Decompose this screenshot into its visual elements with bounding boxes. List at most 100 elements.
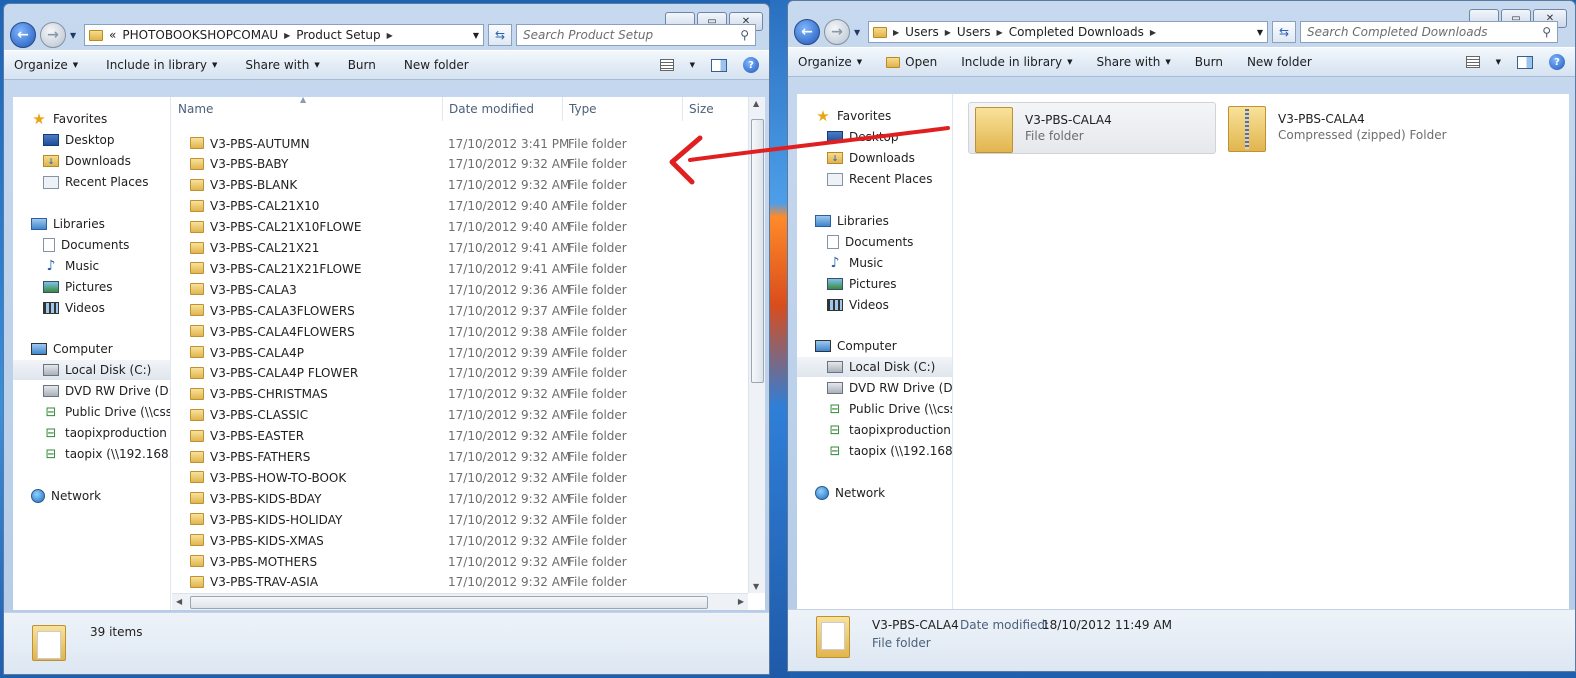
file-row[interactable]: V3-PBS-KIDS-XMAS 17/10/2012 9:32 AM File f… bbox=[172, 530, 748, 551]
search-input[interactable]: Search Completed Downloads ⚲ bbox=[1300, 21, 1558, 43]
nav-videos[interactable]: Videos bbox=[827, 295, 889, 315]
nav-pictures[interactable]: Pictures bbox=[43, 277, 113, 297]
recent-pages-dropdown[interactable]: ▼ bbox=[70, 31, 80, 40]
scroll-right-icon[interactable]: ▶ bbox=[738, 597, 744, 606]
file-row[interactable]: V3-PBS-CALA4FLOWERS 17/10/2012 9:38 AM Fil… bbox=[172, 321, 748, 342]
nav-libraries[interactable]: Libraries bbox=[815, 211, 889, 231]
scroll-thumb[interactable] bbox=[751, 119, 764, 383]
nav-favorites[interactable]: ★ Favorites bbox=[31, 109, 107, 129]
address-dropdown-icon[interactable]: ▼ bbox=[1257, 28, 1263, 37]
file-row[interactable]: V3-PBS-KIDS-BDAY 17/10/2012 9:32 AM File f… bbox=[172, 488, 748, 509]
nav-computer[interactable]: Computer bbox=[31, 339, 113, 359]
file-row[interactable]: V3-PBS-CALA3 17/10/2012 9:36 AM File folde… bbox=[172, 279, 748, 300]
file-row[interactable]: V3-PBS-CLASSIC 17/10/2012 9:32 AM File fol… bbox=[172, 405, 748, 426]
breadcrumb-separator-icon[interactable]: ▶ bbox=[1150, 28, 1156, 37]
scroll-down-icon[interactable]: ▼ bbox=[753, 582, 759, 591]
file-row[interactable]: V3-PBS-CALA4P FLOWER 17/10/2012 9:39 AM Fi… bbox=[172, 363, 748, 384]
back-arrow-icon[interactable]: ← bbox=[794, 19, 820, 45]
share-with-menu[interactable]: Share with ▼ bbox=[245, 58, 319, 72]
preview-pane-icon[interactable] bbox=[711, 58, 727, 72]
share-with-menu[interactable]: Share with ▼ bbox=[1096, 55, 1170, 69]
forward-arrow-icon[interactable]: → bbox=[824, 19, 850, 45]
nav-pictures[interactable]: Pictures bbox=[827, 274, 897, 294]
file-row[interactable]: V3-PBS-MOTHERS 17/10/2012 9:32 AM File fol… bbox=[172, 551, 748, 572]
burn-button[interactable]: Burn bbox=[1195, 55, 1223, 69]
file-row[interactable]: V3-PBS-EASTER 17/10/2012 9:32 AM File fold… bbox=[172, 426, 748, 447]
breadcrumb-item[interactable]: Product Setup bbox=[296, 28, 380, 42]
breadcrumb-separator-icon[interactable]: ▶ bbox=[284, 31, 290, 40]
address-dropdown-icon[interactable]: ▼ bbox=[473, 31, 479, 40]
change-view-icon[interactable] bbox=[659, 59, 674, 71]
nav-downloads[interactable]: ↓ Downloads bbox=[43, 151, 131, 171]
breadcrumb-item[interactable]: Completed Downloads bbox=[1009, 25, 1144, 39]
nav-documents[interactable]: Documents bbox=[827, 232, 913, 252]
nav-dvd-drive[interactable]: DVD RW Drive (D:) C bbox=[43, 381, 170, 401]
change-view-icon[interactable] bbox=[1465, 56, 1480, 68]
nav-taopix[interactable]: ⊟ taopix (\\192.168.0.7 bbox=[827, 441, 952, 461]
search-input[interactable]: Search Product Setup ⚲ bbox=[516, 24, 756, 46]
refresh-button[interactable]: ⇆ bbox=[1272, 21, 1296, 43]
file-row[interactable]: V3-PBS-CAL21X10 17/10/2012 9:40 AM File fo… bbox=[172, 196, 748, 217]
breadcrumb-separator-icon[interactable]: ▶ bbox=[997, 28, 1003, 37]
horizontal-scrollbar[interactable]: ◀ ▶ bbox=[172, 593, 748, 610]
new-folder-button[interactable]: New folder bbox=[1247, 55, 1312, 69]
nav-dvd-drive[interactable]: DVD RW Drive (D:) C bbox=[827, 378, 952, 398]
nav-network[interactable]: Network bbox=[815, 483, 885, 503]
file-row[interactable]: V3-PBS-BLANK 17/10/2012 9:32 AM File folde… bbox=[172, 175, 748, 196]
preview-pane-icon[interactable] bbox=[1517, 55, 1533, 69]
organize-menu[interactable]: Organize ▼ bbox=[14, 58, 78, 72]
file-row[interactable]: V3-PBS-FATHERS 17/10/2012 9:32 AM File fol… bbox=[172, 447, 748, 468]
view-dropdown-icon[interactable]: ▼ bbox=[1496, 58, 1501, 66]
nav-public-drive[interactable]: ⊟ Public Drive (\\css-s bbox=[43, 402, 170, 422]
burn-button[interactable]: Burn bbox=[348, 58, 376, 72]
file-row[interactable]: V3-PBS-BABY 17/10/2012 9:32 AM File folder bbox=[172, 154, 748, 175]
nav-local-disk[interactable]: Local Disk (C:) bbox=[797, 357, 952, 377]
back-arrow-icon[interactable]: ← bbox=[10, 22, 36, 48]
nav-taopixproduction[interactable]: ⊟ taopixproduction (\\ bbox=[43, 423, 170, 443]
folder-tile[interactable]: V3-PBS-CALA4 File folder bbox=[968, 102, 1216, 154]
nav-libraries[interactable]: Libraries bbox=[31, 214, 105, 234]
nav-recent-places[interactable]: Recent Places bbox=[43, 172, 148, 192]
column-header-type[interactable]: Type bbox=[563, 97, 683, 121]
address-bar[interactable]: ▶ Users ▶ Users ▶ Completed Downloads ▶ … bbox=[868, 21, 1268, 43]
column-header-size[interactable]: Size bbox=[683, 97, 748, 121]
nav-local-disk[interactable]: Local Disk (C:) bbox=[13, 360, 170, 380]
file-row[interactable]: V3-PBS-TRAV-ASIA 17/10/2012 9:32 AM File f… bbox=[172, 572, 748, 593]
scroll-thumb-horizontal[interactable] bbox=[190, 596, 708, 609]
breadcrumb-separator-icon[interactable]: ▶ bbox=[387, 31, 393, 40]
nav-documents[interactable]: Documents bbox=[43, 235, 129, 255]
nav-videos[interactable]: Videos bbox=[43, 298, 105, 318]
view-dropdown-icon[interactable]: ▼ bbox=[690, 61, 695, 69]
nav-desktop[interactable]: Desktop bbox=[827, 127, 899, 147]
nav-recent-places[interactable]: Recent Places bbox=[827, 169, 932, 189]
new-folder-button[interactable]: New folder bbox=[404, 58, 469, 72]
zip-folder-tile[interactable]: V3-PBS-CALA4 Compressed (zipped) Folder bbox=[1222, 102, 1472, 154]
file-row[interactable]: V3-PBS-HOW-TO-BOOK 17/10/2012 9:32 AM File… bbox=[172, 467, 748, 488]
scroll-left-icon[interactable]: ◀ bbox=[176, 597, 182, 606]
file-row[interactable]: V3-PBS-CHRISTMAS 17/10/2012 9:32 AM File f… bbox=[172, 384, 748, 405]
forward-arrow-icon[interactable]: → bbox=[40, 22, 66, 48]
include-in-library-menu[interactable]: Include in library ▼ bbox=[106, 58, 217, 72]
nav-computer[interactable]: Computer bbox=[815, 336, 897, 356]
address-bar[interactable]: « PHOTOBOOKSHOPCOMAU ▶ Product Setup ▶ ▼ bbox=[84, 24, 484, 46]
file-row[interactable]: V3-PBS-CAL21X10FLOWE 17/10/2012 9:40 AM Fi… bbox=[172, 217, 748, 238]
nav-taopix[interactable]: ⊟ taopix (\\192.168.0.7 bbox=[43, 444, 170, 464]
breadcrumb-item[interactable]: Users bbox=[905, 25, 939, 39]
nav-downloads[interactable]: ↓ Downloads bbox=[827, 148, 915, 168]
organize-menu[interactable]: Organize ▼ bbox=[798, 55, 862, 69]
file-row[interactable]: V3-PBS-CALA3FLOWERS 17/10/2012 9:37 AM Fil… bbox=[172, 300, 748, 321]
open-button[interactable]: Open bbox=[886, 55, 937, 69]
refresh-button[interactable]: ⇆ bbox=[488, 24, 512, 46]
nav-public-drive[interactable]: ⊟ Public Drive (\\css-s bbox=[827, 399, 952, 419]
nav-music[interactable]: ♪ Music bbox=[43, 256, 100, 276]
recent-pages-dropdown[interactable]: ▼ bbox=[854, 28, 864, 37]
address-overflow[interactable]: « bbox=[109, 28, 116, 42]
include-in-library-menu[interactable]: Include in library ▼ bbox=[961, 55, 1072, 69]
file-row[interactable]: V3-PBS-KIDS-HOLIDAY 17/10/2012 9:32 AM Fil… bbox=[172, 509, 748, 530]
breadcrumb-separator-icon[interactable]: ▶ bbox=[945, 28, 951, 37]
nav-taopixproduction[interactable]: ⊟ taopixproduction (\\ bbox=[827, 420, 952, 440]
file-row[interactable]: V3-PBS-CAL21X21 17/10/2012 9:41 AM File fo… bbox=[172, 238, 748, 259]
nav-favorites[interactable]: ★ Favorites bbox=[815, 106, 891, 126]
help-icon[interactable]: ? bbox=[1549, 54, 1565, 70]
column-header-date[interactable]: Date modified bbox=[443, 97, 563, 121]
